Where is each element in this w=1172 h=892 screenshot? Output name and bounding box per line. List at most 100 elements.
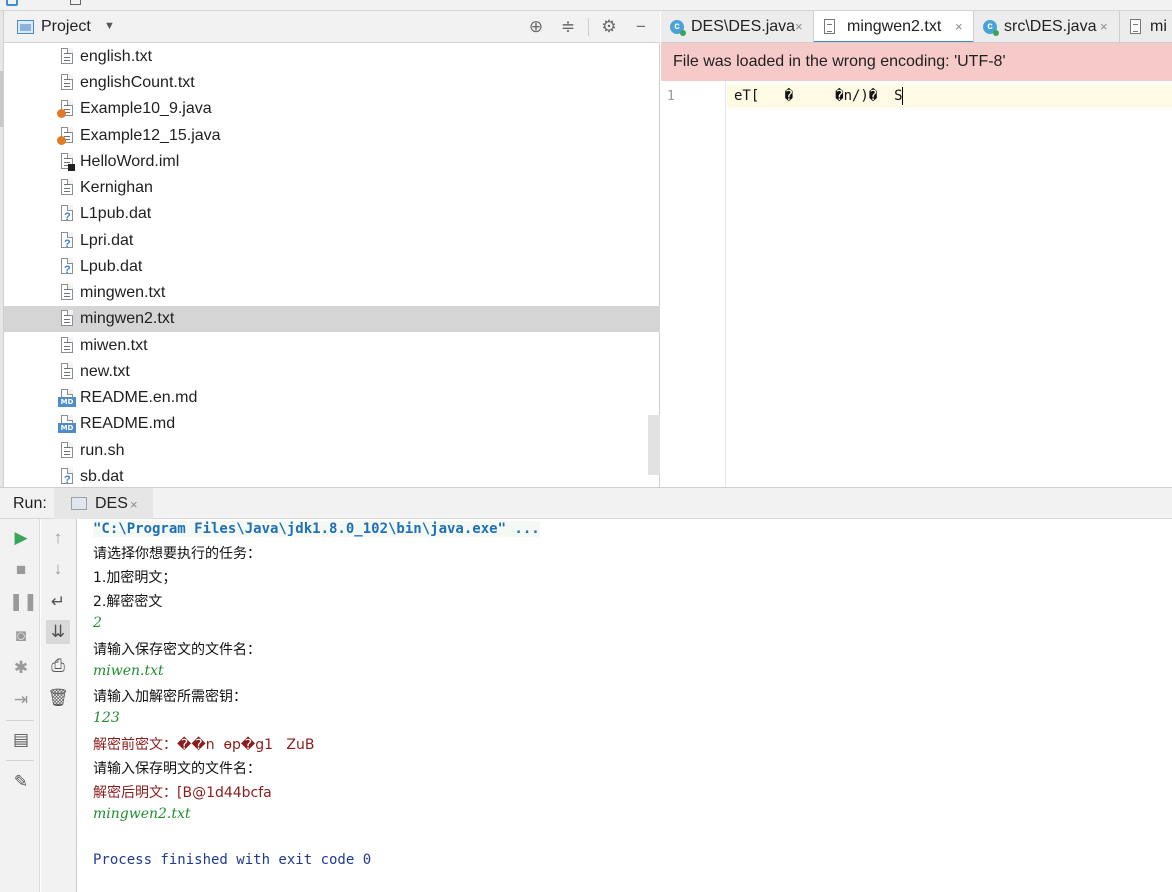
console-line-exit: Process finished with exit code 0: [93, 852, 372, 868]
tree-item-helloword-iml[interactable]: HelloWord.iml: [4, 149, 660, 175]
tab-label: mi: [1150, 18, 1167, 35]
stop-icon[interactable]: ■: [9, 558, 33, 582]
tree-item-label: HelloWord.iml: [80, 153, 180, 170]
down-arrow-icon[interactable]: ↓: [46, 557, 70, 581]
chevron-down-icon[interactable]: ▼: [104, 20, 115, 32]
console-line-input: 2: [93, 615, 102, 631]
editor-panel: c DES\DES.java × mingwen2.txt × c src\DE…: [661, 11, 1172, 487]
console-line-command: "C:\Program Files\Java\jdk1.8.0_102\bin\…: [93, 521, 540, 537]
gear-icon[interactable]: ⚙: [598, 16, 620, 38]
layout-icon[interactable]: ▤: [9, 728, 33, 752]
console-line-input: 123: [93, 710, 120, 726]
pin-icon[interactable]: ✎: [9, 770, 33, 794]
close-icon[interactable]: ×: [1100, 19, 1108, 34]
tree-item-run-sh[interactable]: run.sh: [4, 438, 660, 464]
tree-item-example10-9-java[interactable]: Example10_9.java: [4, 96, 660, 122]
tree-item-mingwen2-txt[interactable]: mingwen2.txt: [4, 306, 660, 332]
console-output[interactable]: "C:\Program Files\Java\jdk1.8.0_102\bin\…: [78, 519, 1172, 892]
tree-item-readme-md[interactable]: MD README.md: [4, 411, 660, 437]
hide-icon[interactable]: −: [630, 16, 652, 38]
tree-item-label: Lpri.dat: [80, 232, 134, 249]
tree-item-sb-dat[interactable]: ? sb.dat: [4, 464, 660, 487]
editor-text-area[interactable]: eT[ � �n/)� S: [727, 81, 1172, 487]
tab-src-des-java[interactable]: c src\DES.java ×: [974, 11, 1120, 42]
collapse-icon[interactable]: ≑: [557, 16, 579, 38]
debug-icon[interactable]: ✱: [9, 656, 33, 680]
editor-gutter: 1: [661, 81, 726, 487]
tree-item-label: README.md: [80, 415, 176, 432]
tree-item-example12-15-java[interactable]: Example12_15.java: [4, 123, 660, 149]
project-tree: english.txt englishCount.txt Example10_9…: [4, 43, 660, 487]
iml-file-icon: [60, 153, 75, 171]
text-cursor: [902, 87, 903, 105]
pause-icon[interactable]: ❚❚: [9, 590, 38, 614]
header-separator: [588, 18, 589, 36]
close-icon[interactable]: ×: [130, 497, 138, 512]
locate-icon[interactable]: ⊕: [525, 16, 547, 38]
line-number: 1: [667, 89, 675, 104]
text-file-icon: [60, 179, 74, 196]
tree-item-lpri-dat[interactable]: ? Lpri.dat: [4, 228, 660, 254]
console-line-input: mingwen2.txt: [93, 806, 191, 822]
tree-item-label: Lpub.dat: [80, 258, 143, 275]
tab-mi[interactable]: mi: [1120, 11, 1172, 42]
tree-item-l1pub-dat[interactable]: ? L1pub.dat: [4, 201, 660, 227]
console-line: 请输入保存明文的文件名：: [93, 761, 261, 777]
console-line: 请选择你想要执行的任务：: [93, 546, 261, 562]
stripe-tab[interactable]: [0, 71, 3, 127]
markdown-file-icon: MD: [58, 415, 76, 433]
console-line: 1.加密明文；: [93, 570, 177, 586]
exit-icon[interactable]: ⇥: [9, 688, 33, 712]
markdown-file-icon: MD: [58, 389, 76, 407]
tree-item-label: english.txt: [80, 48, 153, 65]
tab-mingwen2-txt[interactable]: mingwen2.txt ×: [814, 11, 974, 42]
tree-item-label: sb.dat: [80, 468, 124, 485]
tree-item-label: englishCount.txt: [80, 74, 195, 91]
run-panel-header: Run: DES ×: [0, 487, 1172, 519]
tree-item-kernighan[interactable]: Kernighan: [4, 175, 660, 201]
text-file-icon: [60, 442, 74, 459]
tree-item-miwen-txt[interactable]: miwen.txt: [4, 333, 660, 359]
encoding-warning-banner: File was loaded in the wrong encoding: '…: [661, 43, 1172, 81]
tree-item-english-txt[interactable]: english.txt: [4, 44, 660, 70]
run-icon[interactable]: ▶: [9, 526, 33, 550]
console-line-input: miwen.txt: [93, 663, 164, 679]
tree-item-lpub-dat[interactable]: ? Lpub.dat: [4, 254, 660, 280]
close-icon[interactable]: ×: [795, 19, 803, 34]
encoding-warning-text: File was loaded in the wrong encoding: '…: [673, 53, 1006, 70]
camera-icon[interactable]: ◙: [9, 624, 33, 648]
tree-item-englishcount-txt[interactable]: englishCount.txt: [4, 70, 660, 96]
text-file-icon: [1130, 19, 1141, 34]
project-panel-title[interactable]: Project: [41, 18, 91, 36]
console-line: 请输入保存密文的文件名：: [93, 642, 261, 658]
tree-item-mingwen-txt[interactable]: mingwen.txt: [4, 280, 660, 306]
text-file-icon: [60, 48, 74, 65]
java-class-icon: c: [983, 20, 999, 36]
tree-item-label: mingwen.txt: [80, 284, 166, 301]
tree-item-new-txt[interactable]: new.txt: [4, 359, 660, 385]
tree-item-label: L1pub.dat: [80, 205, 152, 222]
up-arrow-icon[interactable]: ↑: [46, 526, 70, 550]
app-icon: [6, 0, 18, 6]
console-line: 请输入加解密所需密钥：: [93, 689, 247, 705]
text-file-icon: [60, 337, 74, 354]
tree-item-label: Example10_9.java: [80, 100, 212, 117]
java-file-icon: [57, 127, 74, 145]
tree-item-readme-en-md[interactable]: MD README.en.md: [4, 385, 660, 411]
run-tab-des[interactable]: DES ×: [54, 488, 153, 519]
tab-label: mingwen2.txt: [847, 18, 942, 35]
trash-icon[interactable]: 🗑: [46, 686, 70, 710]
text-file-icon: [60, 74, 74, 91]
print-icon[interactable]: ⎙: [46, 654, 70, 678]
tree-scrollbar[interactable]: [648, 415, 660, 475]
editor-tab-bar: c DES\DES.java × mingwen2.txt × c src\DE…: [661, 11, 1172, 43]
close-icon[interactable]: ×: [955, 19, 963, 34]
run-toolbar-output: ↑ ↓ ↵ ⇊ ⎙ 🗑: [41, 519, 77, 892]
soft-wrap-icon[interactable]: ↵: [46, 590, 70, 614]
tab-des-java[interactable]: c DES\DES.java ×: [661, 11, 814, 42]
run-tab-label: DES: [95, 495, 128, 512]
toolbar-separator: [6, 760, 34, 761]
unknown-file-icon: ?: [60, 258, 74, 276]
tree-item-label: run.sh: [80, 442, 125, 459]
scroll-to-end-icon[interactable]: ⇊: [46, 620, 70, 644]
